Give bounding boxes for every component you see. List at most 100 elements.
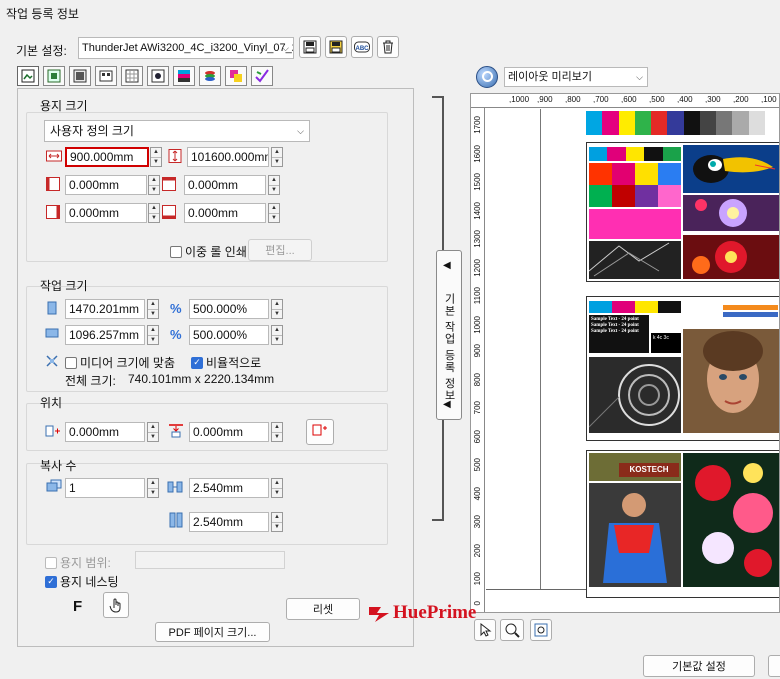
horizontal-gap-input[interactable]: 2.540mm — [189, 478, 269, 498]
margin-bottom-stepper[interactable]: ▲ ▼ — [268, 203, 280, 223]
job-height-percent-stepper[interactable]: ▲ ▼ — [271, 325, 283, 345]
sample-text-3: Sample Text - 24 point — [591, 329, 639, 334]
paper-height-stepper[interactable]: ▲ ▼ — [271, 147, 283, 167]
job-width-percent-stepper[interactable]: ▲ ▼ — [271, 299, 283, 319]
zoom-fit-button[interactable] — [530, 619, 552, 641]
preview-zoom-icon[interactable] — [476, 66, 498, 88]
duplex-roll-option[interactable]: 이중 롤 인쇄 — [170, 243, 247, 260]
delete-preset-button[interactable] — [377, 36, 399, 58]
job-width-stepper[interactable]: ▲ ▼ — [147, 299, 159, 319]
copies-count-stepper[interactable]: ▲ ▼ — [147, 478, 159, 498]
paper-size-select[interactable]: 사용자 정의 크기 ⌵ — [44, 120, 310, 142]
job-height-input[interactable]: 1096.257mm — [65, 325, 145, 345]
rename-preset-button[interactable]: ABC — [351, 36, 373, 58]
footer-next-button[interactable] — [768, 655, 780, 677]
paper-height-input[interactable]: 101600.000mm — [187, 147, 269, 167]
duplex-checkbox[interactable] — [170, 245, 182, 258]
fit-media-icon — [45, 354, 59, 368]
side-collapse-tab[interactable]: ◀ 기본 작업 등록 정보 ◀ — [436, 250, 462, 420]
preview-area[interactable]: ,1000 ,900 ,800 ,700 ,600 ,500 ,400 ,300 ,200 ,10… — [470, 93, 780, 613]
position-x-stepper[interactable]: ▲ ▼ — [147, 422, 159, 442]
margin-top-stepper[interactable]: ▲ ▼ — [268, 175, 280, 195]
paper-width-input[interactable]: 900.000mm — [65, 147, 149, 167]
grid-icon — [125, 69, 139, 83]
job-height-stepper[interactable]: ▲ ▼ — [147, 325, 159, 345]
ruler-left-label: 800 — [473, 372, 482, 386]
ruler-left-label: 1000 — [473, 315, 482, 334]
margin-left-input[interactable]: 0.000mm — [65, 175, 147, 195]
ruler-top-label: ,400 — [677, 95, 693, 104]
k4c-label: k 4c 3c — [651, 333, 681, 353]
zoom-fit-icon — [534, 623, 548, 637]
paper-range-label: 용지 범위: — [60, 556, 111, 570]
duplex-label: 이중 롤 인쇄 — [185, 245, 247, 259]
ruler-top-label: ,300 — [705, 95, 721, 104]
nesting-checkbox[interactable]: ✓ — [45, 575, 57, 588]
job-preview-3: KOSTECH — [586, 450, 779, 598]
position-y-icon — [168, 422, 184, 438]
finger-pointer-icon — [109, 598, 121, 613]
position-y-input[interactable]: 0.000mm — [189, 422, 269, 442]
paper-range-option[interactable]: 용지 범위: — [45, 554, 111, 571]
tab-color-blocks[interactable] — [225, 66, 247, 86]
tab-check[interactable] — [251, 66, 273, 86]
fit-media-option[interactable]: 미디어 크기에 맞춤 — [65, 354, 175, 371]
ruler-left-label: 700 — [473, 401, 482, 415]
position-anchor-button[interactable] — [306, 419, 334, 445]
copies-count-input[interactable]: 1 — [65, 478, 145, 498]
side-tab-lower-bar — [442, 418, 444, 520]
margin-left-stepper[interactable]: ▲ ▼ — [148, 175, 160, 195]
reset-button[interactable]: 리셋 — [286, 598, 360, 620]
horizontal-gap-stepper[interactable]: ▲ ▼ — [271, 478, 283, 498]
tab-image[interactable] — [69, 66, 91, 86]
proportional-label: 비율적으로 — [206, 356, 262, 370]
total-size-value: 740.101mm x 2220.134mm — [128, 372, 275, 386]
preview-mode-select[interactable]: 레이아웃 미리보기 ⌵ — [504, 67, 648, 87]
nesting-option[interactable]: ✓ 용지 네스팅 — [45, 573, 119, 590]
job-height-percent-input[interactable]: 500.000% — [189, 325, 269, 345]
fit-media-label: 미디어 크기에 맞춤 — [80, 356, 175, 370]
crop-mark-button[interactable] — [103, 592, 129, 618]
fit-media-checkbox[interactable] — [65, 356, 77, 369]
paper-width-stepper[interactable]: ▲ ▼ — [150, 147, 162, 167]
margin-right-icon — [46, 205, 60, 219]
edit-button[interactable]: 편집... — [248, 239, 312, 261]
tab-film[interactable] — [95, 66, 117, 86]
save-preset-button[interactable] — [299, 36, 321, 58]
position-y-stepper[interactable]: ▲ ▼ — [271, 422, 283, 442]
position-x-input[interactable]: 0.000mm — [65, 422, 145, 442]
swatch-grid — [589, 163, 681, 207]
tab-target[interactable] — [147, 66, 169, 86]
vertical-gap-input[interactable]: 2.540mm — [189, 512, 269, 532]
tab-layers[interactable] — [199, 66, 221, 86]
margin-left-icon — [46, 177, 60, 191]
tab-layout[interactable] — [43, 66, 65, 86]
save-as-preset-button[interactable] — [325, 36, 347, 58]
tab-grid[interactable] — [121, 66, 143, 86]
paper-range-input[interactable] — [135, 551, 285, 569]
paper-range-checkbox[interactable] — [45, 556, 57, 569]
ruler-left-label: 1400 — [473, 201, 482, 220]
proportional-checkbox[interactable]: ✓ — [191, 356, 203, 369]
preset-select[interactable]: ThunderJet AWi3200_4C_i3200_Vinyl_07_2( … — [78, 37, 294, 59]
tab-page-setup[interactable] — [17, 66, 39, 86]
proportional-option[interactable]: ✓ 비율적으로 — [191, 354, 261, 371]
job-width-input[interactable]: 1470.201mm — [65, 299, 145, 319]
portrait-image — [683, 329, 779, 433]
margin-right-input[interactable]: 0.000mm — [65, 203, 147, 223]
vertical-gap-stepper[interactable]: ▲ ▼ — [271, 512, 283, 532]
select-tool-button[interactable] — [474, 619, 496, 641]
margin-right-stepper[interactable]: ▲ ▼ — [148, 203, 160, 223]
tab-color-bars[interactable] — [173, 66, 195, 86]
set-default-button[interactable]: 기본값 설정 — [643, 655, 755, 677]
job-preview-2: Sample Text - 24 point Sample Text - 24 … — [586, 296, 779, 441]
chevron-down-icon: ⌵ — [297, 126, 304, 136]
margin-bottom-input[interactable]: 0.000mm — [184, 203, 266, 223]
pdf-page-size-button[interactable]: PDF 페이지 크기... — [155, 622, 270, 642]
vertical-gap-icon — [168, 512, 184, 528]
margin-top-input[interactable]: 0.000mm — [184, 175, 266, 195]
job-width-percent-input[interactable]: 500.000% — [189, 299, 269, 319]
ruler-left-label: 1700 — [473, 116, 482, 134]
font-button[interactable]: F — [73, 598, 82, 615]
zoom-tool-button[interactable] — [500, 619, 524, 641]
